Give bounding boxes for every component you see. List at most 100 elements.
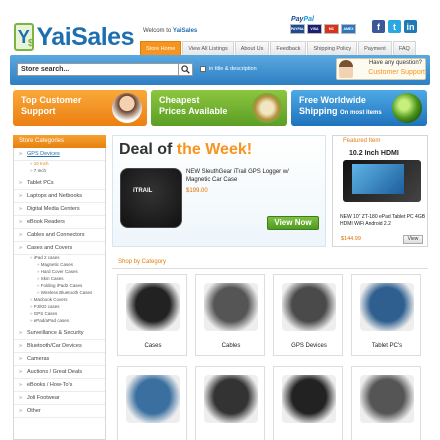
sidebar-category[interactable]: Auctions / Great Deals: [14, 366, 105, 379]
sidebar-subcategory[interactable]: iPad 2 cases: [30, 255, 60, 261]
coins-icon: [252, 93, 282, 123]
sidebar-category[interactable]: GPS Devices: [14, 148, 105, 161]
title-description-checkbox[interactable]: [200, 66, 206, 72]
banner-customer-support[interactable]: Top Customer Support: [13, 90, 147, 126]
sidebar-category[interactable]: Digital Media Centers: [14, 203, 105, 216]
category-tile-label: Cables: [221, 343, 241, 349]
search-button[interactable]: [179, 63, 193, 76]
category-tile-image: [126, 375, 180, 423]
support-question: Have any question?: [368, 60, 422, 66]
sidebar-category[interactable]: Cameras: [14, 353, 105, 366]
category-tile[interactable]: [195, 366, 265, 440]
paypal-box: PayPal PAYPAL VISA MC AMEX: [290, 16, 360, 38]
facebook-icon[interactable]: f: [372, 20, 385, 33]
site-logo[interactable]: Y $ YaiSales: [14, 20, 135, 54]
support-avatar: [339, 60, 353, 78]
paypal-logo: PayPal: [290, 16, 360, 23]
sidebar-category[interactable]: Bluetooth/Car Devices: [14, 340, 105, 353]
banner-free-shipping[interactable]: Free Worldwide Shipping On most items: [291, 90, 427, 126]
paypal-pal: Pal: [303, 16, 314, 23]
sidebar-category[interactable]: Tablet PCs: [14, 177, 105, 190]
twitter-icon[interactable]: t: [388, 20, 401, 33]
sidebar-subcategory[interactable]: PJ/KD cases: [30, 304, 60, 310]
sidebar-category[interactable]: Laptops and Netbooks: [14, 190, 105, 203]
payment-card-icon: MC: [324, 24, 339, 34]
featured-heading: Featured Item: [343, 138, 381, 144]
nav-item-shipping-policy[interactable]: Shipping Policy: [307, 41, 358, 55]
category-tile[interactable]: Cases: [117, 274, 187, 356]
sidebar-subcategory[interactable]: Skin Cases: [37, 276, 64, 282]
shop-by-category-title: Shop by Category: [118, 259, 167, 265]
payment-card-icon: AMEX: [341, 24, 356, 34]
featured-image-title: 10.2 Inch HDMI: [349, 150, 399, 157]
payment-cards: PAYPAL VISA MC AMEX: [290, 24, 360, 34]
social-icons: f t in: [372, 20, 417, 33]
featured-description[interactable]: NEW 10" ZT-180 ePad Tablet PC 4GB HDMI W…: [340, 214, 426, 228]
category-tile[interactable]: GPS Devices: [273, 274, 343, 356]
nav-item-feedback[interactable]: Feedback: [270, 41, 307, 55]
paypal-pay: Pay: [291, 16, 304, 23]
category-tile[interactable]: [117, 366, 187, 440]
category-tile[interactable]: [351, 366, 421, 440]
nav-item-faq[interactable]: FAQ: [392, 41, 416, 55]
sidebar-subcategory[interactable]: Hard Cover Cases: [37, 269, 78, 275]
featured-view-button[interactable]: View: [403, 235, 423, 244]
sidebar-subcategory[interactable]: Wireless Bluetooth Cases: [37, 290, 93, 296]
deal-title-highlight: the Week!: [176, 141, 253, 158]
sidebar-subcategory[interactable]: Macbook Covers: [30, 297, 68, 303]
sidebar-subcategory[interactable]: 10 Inch: [30, 161, 49, 167]
customer-support-link[interactable]: Customer Support: [355, 69, 425, 76]
sidebar-subcategory[interactable]: GPS Cases: [30, 311, 58, 317]
category-tile[interactable]: Tablet PC's: [351, 274, 421, 356]
top-nav: Store Home View All Listings About Us Feedb…: [140, 41, 417, 55]
featured-price: $144.99: [341, 236, 361, 242]
welcome-text: Welcom to YaiSales: [143, 28, 197, 34]
sidebar-subcategory[interactable]: ePad/aPad cases: [30, 318, 69, 324]
category-tile-image: [360, 375, 414, 423]
sidebar-category[interactable]: Cables and Connectors: [14, 229, 105, 242]
nav-item-payment[interactable]: Payment: [358, 41, 392, 55]
deal-description[interactable]: NEW SleuthGear iTrail GPS Logger w/ Magn…: [186, 168, 306, 184]
sidebar-category[interactable]: eBook Readers: [14, 216, 105, 229]
deal-price: $199.00: [186, 188, 208, 194]
category-tile[interactable]: [273, 366, 343, 440]
nav-item-view-all-listings[interactable]: View All Listings: [182, 41, 234, 55]
sidebar-subcategory[interactable]: Magnetic Cases: [37, 262, 73, 268]
logo-dollar-icon: $: [27, 38, 34, 49]
search-input[interactable]: Store search...: [17, 63, 179, 76]
category-tile-image: [126, 283, 180, 331]
sidebar-category[interactable]: Surveillance & Security: [14, 327, 105, 340]
deal-image-label: iTRAIL: [133, 188, 153, 194]
welcome-site-name: YaiSales: [172, 28, 198, 34]
deal-product-image[interactable]: [120, 168, 182, 228]
sidebar-subcategory[interactable]: 7 Inch: [30, 168, 46, 174]
sidebar-subcategory[interactable]: Folding iPad2 Cases: [37, 283, 83, 289]
welcome-prefix: Welcom to: [143, 28, 172, 34]
deal-title-prefix: Deal of: [119, 141, 177, 158]
logo-text: YaiSales: [36, 22, 135, 51]
category-tile-image: [360, 283, 414, 331]
banner-cheapest-prices[interactable]: Cheapest Prices Available: [151, 90, 287, 126]
category-tile-image: [282, 375, 336, 423]
payment-card-icon: VISA: [307, 24, 322, 34]
payment-card-icon: PAYPAL: [290, 24, 305, 34]
view-now-button[interactable]: View Now: [267, 216, 319, 230]
logo-badge: Y $: [14, 23, 34, 51]
category-tile-image: [204, 375, 258, 423]
category-tile[interactable]: Cables: [195, 274, 265, 356]
sidebar-category[interactable]: eBooks / How-To's: [14, 379, 105, 392]
support-agent-icon: [112, 93, 142, 123]
banner-line2: Shipping: [299, 106, 338, 116]
deal-title: Deal of the Week!: [119, 141, 252, 159]
category-tile-image: [204, 283, 258, 331]
sidebar-category[interactable]: Joli Footwear: [14, 392, 105, 405]
sidebar-category[interactable]: Cases and Covers: [14, 242, 105, 255]
sidebar-title: Store Categories: [13, 135, 106, 148]
nav-item-store-home[interactable]: Store Home: [140, 41, 182, 55]
sidebar-category[interactable]: Other: [14, 405, 105, 418]
nav-item-about-us[interactable]: About Us: [234, 41, 270, 55]
search-icon: [181, 65, 190, 74]
globe-icon: [392, 93, 422, 123]
linkedin-icon[interactable]: in: [404, 20, 417, 33]
category-tile-label: Cases: [144, 343, 162, 349]
